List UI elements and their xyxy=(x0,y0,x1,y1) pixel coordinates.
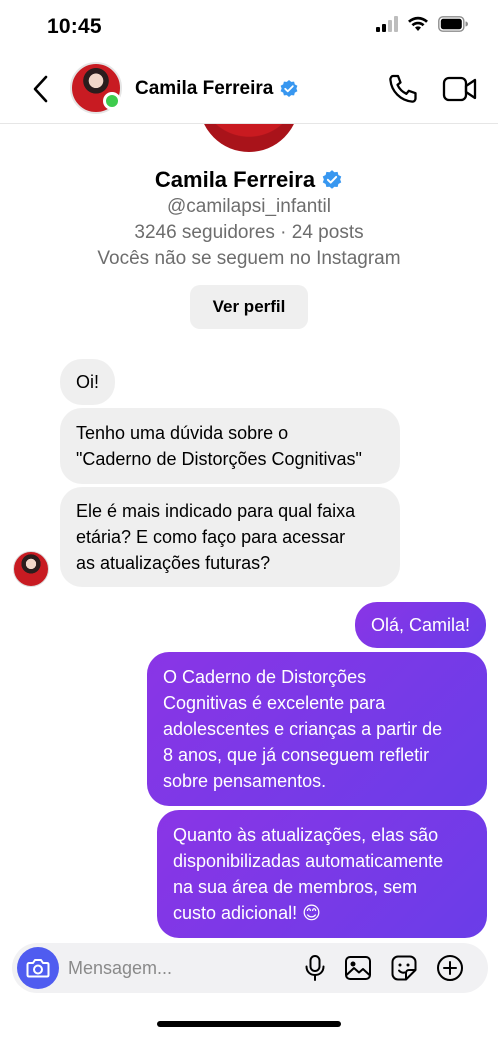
incoming-message[interactable]: Tenho uma dúvida sobre o "Caderno de Dis… xyxy=(60,408,400,484)
message-input[interactable] xyxy=(68,953,288,983)
profile-handle: @camilapsi_infantil xyxy=(167,196,331,217)
message-line: Quanto às atualizações, elas são xyxy=(173,825,439,845)
status-bar: 10:45 xyxy=(0,0,498,54)
message-line: 8 anos, que já conseguem refletir xyxy=(163,745,430,765)
message-line: etária? E como faço para acessar xyxy=(76,527,346,547)
profile-name-text: Camila Ferreira xyxy=(154,167,316,192)
more-options-button[interactable] xyxy=(435,953,465,983)
message-line: adolescentes e crianças a partir de xyxy=(163,719,443,739)
video-call-button[interactable] xyxy=(442,72,478,106)
gallery-button[interactable] xyxy=(343,953,373,983)
battery-icon xyxy=(438,16,468,37)
message-line: as atualizações futuras? xyxy=(76,553,271,573)
audio-call-button[interactable] xyxy=(386,72,420,106)
plus-circle-icon xyxy=(437,955,463,981)
outgoing-message[interactable]: Olá, Camila! xyxy=(354,602,486,648)
view-profile-button[interactable]: Ver perfil xyxy=(190,285,308,329)
message-line: Ele é mais indicado para qual faixa xyxy=(76,501,356,521)
signal-icon xyxy=(376,16,398,37)
outgoing-message[interactable]: Quanto às atualizações, elas são disponi… xyxy=(157,810,487,938)
verified-badge-icon xyxy=(322,170,342,189)
sender-avatar[interactable] xyxy=(13,551,49,587)
message-text: Oi! xyxy=(76,372,100,392)
message-line: sobre pensamentos. xyxy=(163,771,327,791)
message-text: Olá, Camila! xyxy=(370,615,470,635)
home-indicator[interactable] xyxy=(157,1021,341,1027)
message-line: Cognitivas é excelente para xyxy=(163,693,386,713)
voice-message-button[interactable] xyxy=(300,953,330,983)
contact-name[interactable]: Camila Ferreira xyxy=(135,78,299,100)
back-chevron-icon xyxy=(33,75,48,103)
camera-icon xyxy=(26,959,50,978)
chat-header: Camila Ferreira xyxy=(0,54,498,124)
message-line: "Caderno de Distorções Cognitivas" xyxy=(76,449,362,469)
message-line: O Caderno de Distorções xyxy=(163,667,367,687)
online-status-dot xyxy=(103,92,121,110)
incoming-message[interactable]: Oi! xyxy=(60,359,116,405)
message-line: disponibilizadas automaticamente xyxy=(173,851,444,871)
back-button[interactable] xyxy=(26,72,54,106)
wifi-icon xyxy=(407,16,429,37)
follow-status: Vocês não se seguem no Instagram xyxy=(97,248,401,269)
profile-name: Camila Ferreira xyxy=(0,167,498,193)
message-line: na sua área de membros, sem xyxy=(173,877,418,897)
status-time: 10:45 xyxy=(47,15,102,38)
camera-button[interactable] xyxy=(17,947,59,989)
verified-badge-icon xyxy=(280,80,298,97)
video-icon xyxy=(442,76,477,102)
sticker-icon xyxy=(391,955,417,981)
outgoing-message[interactable]: O Caderno de Distorções Cognitivas é exc… xyxy=(147,652,487,806)
microphone-icon xyxy=(305,955,325,981)
phone-icon xyxy=(389,74,417,103)
message-composer xyxy=(12,943,488,993)
contact-name-text: Camila Ferreira xyxy=(135,78,274,99)
incoming-message[interactable]: Ele é mais indicado para qual faixa etár… xyxy=(60,487,400,587)
sticker-button[interactable] xyxy=(389,953,419,983)
gallery-icon xyxy=(345,956,371,980)
message-line: Tenho uma dúvida sobre o xyxy=(76,423,289,443)
status-icons xyxy=(376,16,468,37)
profile-stats: 3246 seguidores · 24 posts xyxy=(134,222,364,243)
message-line: custo adicional! 😊 xyxy=(173,903,321,923)
